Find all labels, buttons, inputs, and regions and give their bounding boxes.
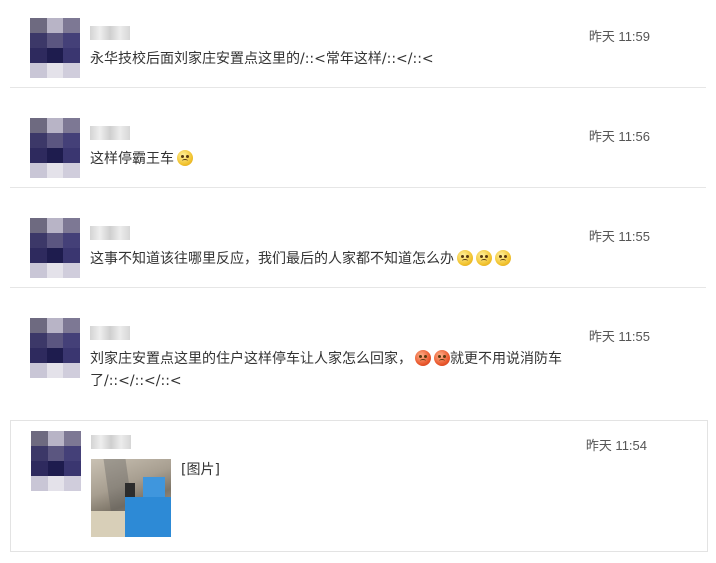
sad-face-emoji-icon [476, 250, 492, 266]
message-time: 昨天 11:59 [588, 29, 650, 44]
message-text-content: 刘家庄安置点这里的住户这样停车让人家怎么回家， [90, 351, 412, 367]
avatar[interactable] [30, 318, 80, 378]
sender-name-blurred [90, 226, 130, 240]
message-text: 这事不知道该往哪里反应，我们最后的人家都不知道怎么办 [90, 248, 630, 270]
sender-name-blurred [91, 435, 131, 449]
message-text-content: 这样停霸王车 [90, 151, 174, 167]
message-item[interactable]: 昨天 11:55 这事不知道该往哪里反应，我们最后的人家都不知道怎么办 [10, 218, 706, 288]
message-item[interactable]: 昨天 11:55 刘家庄安置点这里的住户这样停车让人家怎么回家， 就更不用说消防车… [10, 318, 706, 408]
message-time: 昨天 11:55 [588, 329, 650, 344]
message-time: 昨天 11:56 [588, 129, 650, 144]
angry-face-emoji-icon [434, 350, 450, 366]
message-item[interactable]: 昨天 11:56 这样停霸王车 [10, 118, 706, 188]
image-label: [图片] [181, 462, 220, 478]
angry-face-emoji-icon [415, 350, 431, 366]
avatar[interactable] [30, 218, 80, 278]
separator [10, 187, 706, 188]
message-item-selected[interactable]: 昨天 11:54 [图片] [10, 420, 708, 552]
message-text: 永华技校后面刘家庄安置点这里的/::<常年这样/::</::< [90, 51, 434, 67]
sad-face-emoji-icon [495, 250, 511, 266]
avatar[interactable] [31, 431, 81, 491]
message-time: 昨天 11:55 [588, 229, 650, 244]
sender-name-blurred [90, 126, 130, 140]
message-item[interactable]: 昨天 11:59 永华技校后面刘家庄安置点这里的/::<常年这样/::</::< [10, 18, 706, 88]
sad-face-emoji-icon [457, 250, 473, 266]
separator [10, 287, 706, 288]
sad-face-emoji-icon [177, 150, 193, 166]
message-text-content: 了/::</::</::< [90, 373, 182, 389]
separator [10, 87, 706, 88]
message-text: 这样停霸王车 [90, 148, 590, 170]
avatar[interactable] [30, 118, 80, 178]
sender-name-blurred [90, 26, 130, 40]
avatar[interactable] [30, 18, 80, 78]
sender-name-blurred [90, 326, 130, 340]
message-text: 刘家庄安置点这里的住户这样停车让人家怎么回家， 就更不用说消防车 了/::</::… [90, 348, 590, 392]
photo-thumbnail[interactable] [91, 459, 171, 537]
message-text-content: 就更不用说消防车 [450, 351, 562, 367]
message-time: 昨天 11:54 [585, 438, 647, 453]
message-text-content: 这事不知道该往哪里反应，我们最后的人家都不知道怎么办 [90, 251, 454, 267]
